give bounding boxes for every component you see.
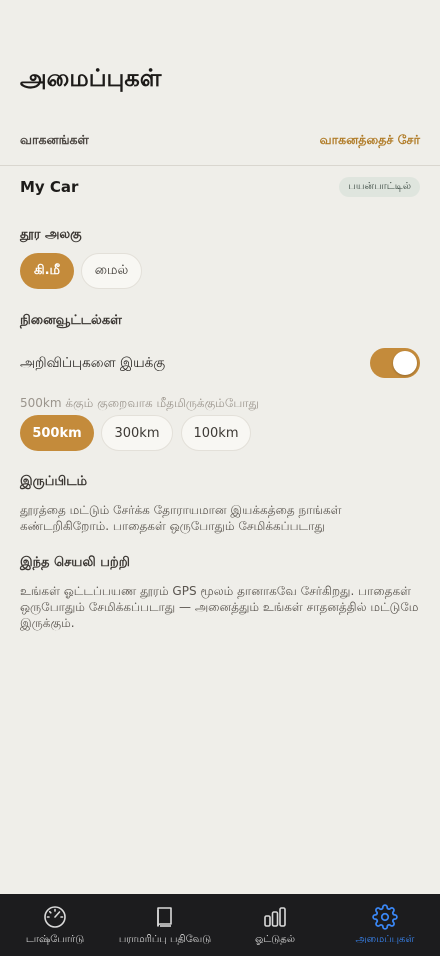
- notifications-toggle-label: அறிவிப்புகளை இயக்கு: [20, 355, 166, 371]
- toggle-knob: [393, 351, 417, 375]
- location-label: இருப்பிடம்: [20, 474, 88, 489]
- unit-option-km[interactable]: கி.மீ: [20, 253, 74, 289]
- tab-label: டாஷ்போர்டு: [25, 934, 85, 945]
- divider: [0, 165, 440, 166]
- tab-settings[interactable]: அமைப்புகள்: [330, 894, 440, 956]
- tab-driving[interactable]: ஓட்டுதல்: [220, 894, 330, 956]
- unit-option-mile[interactable]: மைல்: [81, 253, 142, 289]
- threshold-option-300km[interactable]: 300km: [101, 415, 173, 451]
- threshold-option-100km[interactable]: 100km: [181, 415, 251, 451]
- about-text-line: ஒருபோதும் சேமிக்கப்படாது — அனைத்தும் உங்…: [20, 600, 419, 614]
- vehicle-name: My Car: [20, 178, 79, 196]
- reminders-label: நினைவூட்டல்கள்: [20, 313, 122, 328]
- bottom-tab-bar: டாஷ்போர்டு பராமரிப்பு பதிவேடு ஓட்டுதல் அ…: [0, 894, 440, 956]
- location-text-line: தூரத்தை மட்டும் சேர்க்க தோராயமான இயக்கத்…: [20, 503, 342, 517]
- tab-label: அமைப்புகள்: [355, 934, 415, 945]
- vehicles-header: வாகனங்கள் வாகனத்தைச் சேர்: [20, 130, 420, 150]
- about-text-line: இருக்கும்.: [20, 616, 75, 630]
- about-label: இந்த செயலி பற்றி: [20, 555, 130, 570]
- vehicles-label: வாகனங்கள்: [20, 131, 89, 147]
- page-title: அமைப்புகள்: [20, 64, 162, 92]
- tab-maintenance-log[interactable]: பராமரிப்பு பதிவேடு: [110, 894, 220, 956]
- notifications-toggle[interactable]: [370, 348, 420, 378]
- reminder-threshold-hint: 500km க்கும் குறைவாக மீதமிருக்கும்போது: [20, 396, 259, 410]
- threshold-option-500km[interactable]: 500km: [20, 415, 94, 451]
- about-description: உங்கள் ஓட்டப்பயண தூரம் GPS மூலம் தானாகவே…: [20, 583, 420, 631]
- location-text-line: கண்டறிகிறோம். பாதைகள் ஒருபோதும் சேமிக்கப…: [20, 519, 325, 533]
- in-use-badge: பயன்பாட்டில்: [339, 177, 420, 197]
- book-icon: [157, 907, 172, 927]
- speedometer-icon: [44, 906, 66, 928]
- add-vehicle-button[interactable]: வாகனத்தைச் சேர்: [320, 132, 420, 149]
- tab-label: பராமரிப்பு பதிவேடு: [118, 934, 212, 945]
- distance-unit-label: தூர அலகு: [20, 227, 82, 242]
- tab-label: ஓட்டுதல்: [254, 934, 296, 945]
- tab-dashboard[interactable]: டாஷ்போர்டு: [0, 894, 110, 956]
- gear-icon: [372, 904, 398, 930]
- about-text-line: உங்கள் ஓட்டப்பயண தூரம் GPS மூலம் தானாகவே…: [20, 584, 411, 598]
- vehicle-item[interactable]: My Car பயன்பாட்டில்: [20, 176, 420, 198]
- bar-chart-icon: [264, 907, 286, 927]
- location-description: தூரத்தை மட்டும் சேர்க்க தோராயமான இயக்கத்…: [20, 502, 420, 534]
